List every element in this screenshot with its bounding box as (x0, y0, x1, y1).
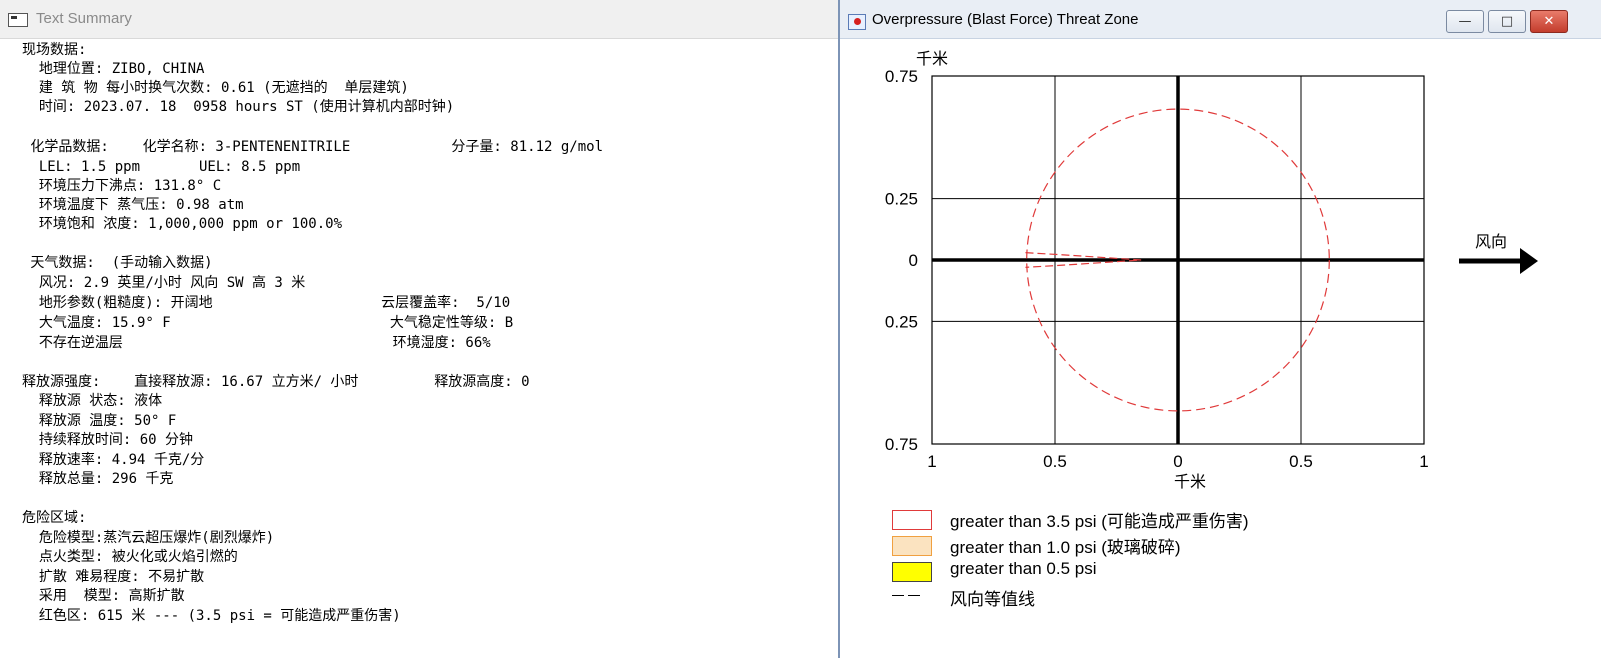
summary-line: 不存在逆温层 环境湿度: 66% (22, 335, 491, 351)
minimize-button[interactable]: — (1446, 10, 1484, 33)
summary-line: 采用 模型: 高斯扩散 (22, 588, 185, 604)
legend-label: greater than 1.0 psi (玻璃破碎) (950, 538, 1181, 557)
legend-label: greater than 3.5 psi (可能造成严重伤害) (950, 512, 1249, 531)
x-axis-label: 千米 (1174, 472, 1206, 491)
summary-line: 释放总量: 296 千克 (22, 471, 174, 487)
text-summary-titlebar[interactable]: Text Summary (0, 0, 838, 39)
text-summary-window: Text Summary 现场数据: 地理位置: ZIBO, CHINA 建 筑… (0, 0, 839, 658)
text-summary-title: Text Summary (36, 10, 132, 27)
summary-line: 释放源 状态: 液体 (22, 393, 163, 409)
wind-direction-label: 风向 (1475, 232, 1507, 251)
threat-zone-title: Overpressure (Blast Force) Threat Zone (872, 11, 1139, 28)
summary-line: 持续释放时间: 60 分钟 (22, 432, 194, 448)
legend-item-3.5psi: greater than 3.5 psi (可能造成严重伤害) (892, 505, 1492, 531)
summary-line: 时间: 2023.07. 18 0958 hours ST (使用计算机内部时钟… (22, 99, 455, 115)
y-axis-label: 千米 (916, 49, 948, 68)
y-tick-label: 0 (909, 251, 918, 270)
legend-item-0.5psi: greater than 0.5 psi (892, 557, 1492, 583)
y-tick-label: 0.25 (885, 312, 918, 331)
x-tick-label: 0.5 (1043, 452, 1067, 471)
summary-line: LEL: 1.5 ppm UEL: 8.5 ppm (22, 159, 301, 175)
summary-line: 环境饱和 浓度: 1,000,000 ppm or 100.0% (22, 216, 343, 232)
legend-swatch-yellow (892, 562, 932, 582)
legend-label: 风向等值线 (950, 590, 1035, 609)
y-tick-label: 0.75 (885, 435, 918, 454)
summary-line: 地形参数(粗糙度): 开阔地 云层覆盖率: 5/10 (22, 295, 511, 311)
summary-line: 风况: 2.9 英里/小时 风向 SW 高 3 米 (22, 275, 306, 291)
threat-zone-titlebar[interactable]: Overpressure (Blast Force) Threat Zone —… (840, 0, 1601, 39)
close-button[interactable]: ✕ (1530, 10, 1568, 33)
summary-line: 扩散 难易程度: 不易扩散 (22, 569, 205, 585)
threat-zone-app-icon (848, 14, 866, 30)
legend-item-1.0psi: greater than 1.0 psi (玻璃破碎) (892, 531, 1492, 557)
summary-line: 现场数据: (22, 42, 87, 58)
summary-line: 建 筑 物 每小时换气次数: 0.61 (无遮挡的 单层建筑) (22, 80, 409, 96)
summary-line: 释放源强度: 直接释放源: 16.67 立方米/ 小时 释放源高度: 0 (22, 374, 530, 390)
summary-line: 大气温度: 15.9° F 大气稳定性等级: B (22, 315, 514, 331)
legend-swatch-orange (892, 536, 932, 556)
x-tick-label: 1 (1419, 452, 1428, 471)
legend-item-wind-isopleth: 风向等值线 (892, 583, 1492, 609)
legend-label: greater than 0.5 psi (950, 559, 1097, 578)
summary-line: 环境温度下 蒸气压: 0.98 atm (22, 197, 244, 213)
summary-line: 释放速率: 4.94 千克/分 (22, 452, 205, 468)
summary-line: 点火类型: 被火化或火焰引燃的 (22, 549, 238, 565)
summary-text-area: 现场数据: 地理位置: ZIBO, CHINA 建 筑 物 每小时换气次数: 0… (0, 38, 838, 658)
summary-line: 危险模型:蒸汽云超压爆炸(剧烈爆炸) (22, 530, 275, 546)
y-tick-label: 0.75 (885, 67, 918, 86)
summary-line: 红色区: 615 米 --- (3.5 psi = 可能造成严重伤害) (22, 608, 401, 624)
maximize-button[interactable]: □ (1488, 10, 1526, 33)
legend: greater than 3.5 psi (可能造成严重伤害) greater … (892, 505, 1492, 609)
summary-line: 天气数据: (手动输入数据) (22, 255, 213, 271)
legend-dash-line (892, 595, 934, 596)
summary-line: 释放源 温度: 50° F (22, 413, 177, 429)
summary-line: 地理位置: ZIBO, CHINA (22, 61, 205, 77)
summary-line: 环境压力下沸点: 131.8° C (22, 178, 222, 194)
y-tick-label: 0.25 (885, 190, 918, 209)
summary-line: 化学品数据: 化学名称: 3-PENTENENITRILE 分子量: 81.12… (22, 139, 604, 155)
summary-line: 危险区域: (22, 510, 87, 526)
threat-zone-window: Overpressure (Blast Force) Threat Zone —… (838, 0, 1601, 658)
legend-swatch-red (892, 510, 932, 530)
wind-arrow-head-icon (1520, 248, 1538, 274)
x-tick-label: 0 (1173, 452, 1182, 471)
window-app-icon (8, 13, 28, 27)
x-tick-label: 1 (927, 452, 936, 471)
x-tick-label: 0.5 (1289, 452, 1313, 471)
